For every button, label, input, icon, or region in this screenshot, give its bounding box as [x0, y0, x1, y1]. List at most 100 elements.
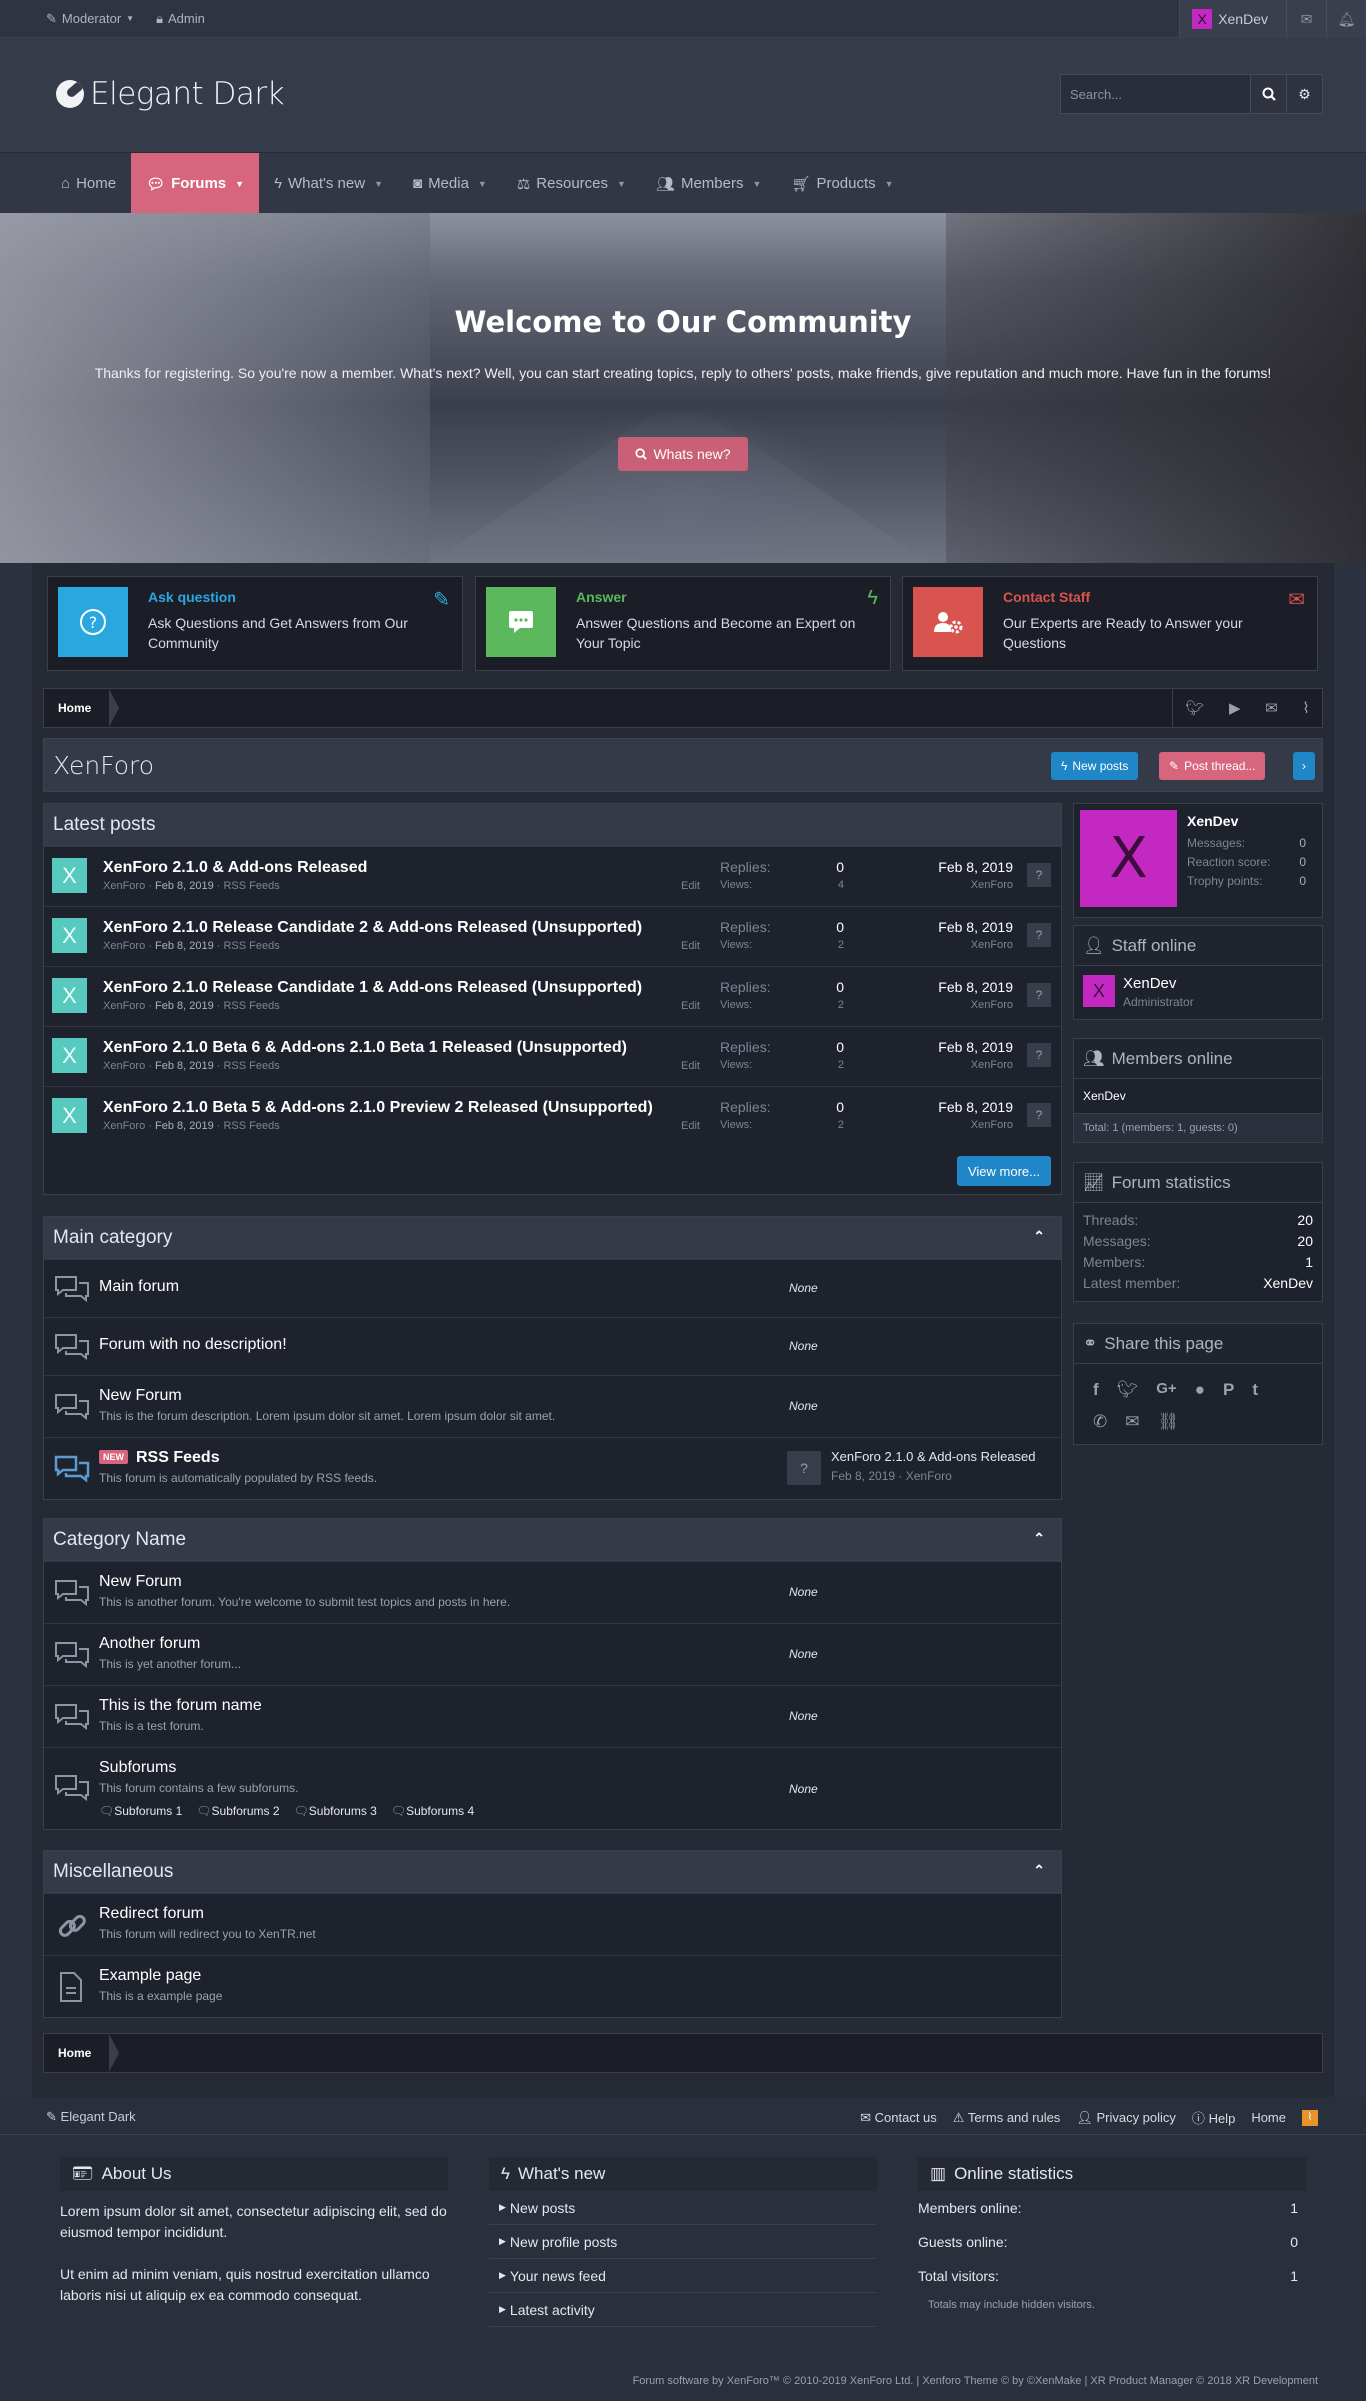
latest-post-row[interactable]: X XenForo 2.1.0 & Add-ons Released XenForo…	[44, 846, 1061, 906]
avatar[interactable]: X	[52, 1098, 87, 1133]
feature-contact-staff[interactable]: Contact Staff Our Experts are Ready to A…	[902, 576, 1318, 671]
avatar[interactable]: X	[52, 978, 87, 1013]
footer-style-chooser[interactable]: ✎ Elegant Dark	[46, 2109, 136, 2125]
avatar[interactable]: X	[1080, 810, 1177, 907]
last-post-author[interactable]: XenForo	[971, 1059, 1013, 1071]
last-post-author[interactable]: XenForo	[971, 1119, 1013, 1131]
thread-title[interactable]: XenForo 2.1.0 Beta 6 & Add-ons 2.1.0 Bet…	[103, 1039, 627, 1057]
avatar[interactable]: ?	[1027, 1043, 1051, 1067]
chevron-up-icon[interactable]: ⌃	[1033, 1228, 1045, 1245]
avatar[interactable]: ?	[1027, 923, 1051, 947]
footer-link-help[interactable]: ⓘ Help	[1192, 2108, 1235, 2127]
thread-author[interactable]: XenForo	[103, 1000, 145, 1012]
latest-post-row[interactable]: X XenForo 2.1.0 Beta 6 & Add-ons 2.1.0 Be…	[44, 1026, 1061, 1086]
forum-title[interactable]: Subforums	[99, 1759, 176, 1777]
moderator-menu[interactable]: ✎ Moderator ▼	[46, 11, 134, 27]
rss-icon[interactable]: ⌇	[1302, 699, 1309, 717]
forum-title[interactable]: Redirect forum	[99, 1905, 204, 1923]
search-settings-button[interactable]: ⚙	[1287, 74, 1323, 114]
nav-whats-new[interactable]: ϟ What's new ▼	[259, 153, 398, 214]
thread-author[interactable]: XenForo	[103, 880, 145, 892]
edit-link[interactable]: Edit	[681, 1000, 700, 1012]
search-input[interactable]: Search...	[1060, 74, 1251, 114]
subforum-link[interactable]: 🗨︎Subforums 2	[196, 1804, 279, 1818]
view-more-button[interactable]: View more...	[956, 1156, 1051, 1186]
chevron-up-icon[interactable]: ⌃	[1033, 1530, 1045, 1547]
nav-members[interactable]: 👥︎ Members ▼	[641, 153, 776, 214]
pinterest-icon[interactable]: P	[1223, 1380, 1234, 1400]
avatar[interactable]: X	[52, 858, 87, 893]
forum-row[interactable]: New Forum This is the forum description.…	[44, 1375, 1061, 1437]
forum-row[interactable]: Forum with no description! None	[44, 1317, 1061, 1375]
forum-row[interactable]: NEW RSS Feeds This forum is automatically…	[44, 1437, 1061, 1499]
nav-home[interactable]: ⌂ Home	[46, 153, 131, 214]
last-post-author[interactable]: XenForo	[971, 939, 1013, 951]
forum-row[interactable]: Main forum None	[44, 1259, 1061, 1317]
thread-author[interactable]: XenForo	[103, 1120, 145, 1132]
rss-icon[interactable]: ⌇	[1302, 2109, 1318, 2126]
twitter-icon[interactable]: 🐦︎	[1117, 1380, 1139, 1400]
thread-forum[interactable]: RSS Feeds	[223, 1000, 279, 1012]
user-menu[interactable]: X XenDev	[1179, 0, 1286, 38]
thread-title[interactable]: XenForo 2.1.0 Release Candidate 1 & Add-…	[103, 979, 642, 997]
nav-products[interactable]: 🛒︎ Products ▼	[776, 153, 908, 214]
thread-title[interactable]: XenForo 2.1.0 & Add-ons Released	[103, 859, 367, 877]
nav-media[interactable]: ◙ Media ▼	[398, 153, 502, 214]
category-header[interactable]: Main category ⌃	[44, 1217, 1061, 1259]
forum-row[interactable]: Another forum This is yet another forum.…	[44, 1623, 1061, 1685]
last-post-author[interactable]: XenForo	[971, 879, 1013, 891]
footer-whats-new-link[interactable]: ▶ New profile posts	[489, 2225, 877, 2259]
thread-author[interactable]: XenForo	[103, 1060, 145, 1072]
edit-link[interactable]: Edit	[681, 880, 700, 892]
avatar[interactable]: X	[1083, 975, 1115, 1007]
nav-forums[interactable]: 💬︎ Forums ▼	[131, 153, 260, 214]
breadcrumb-home[interactable]: Home	[44, 689, 120, 727]
footer-link-home[interactable]: Home	[1251, 2110, 1286, 2125]
last-post-date[interactable]: Feb 8, 2019	[938, 1039, 1013, 1055]
last-post-date[interactable]: Feb 8, 2019	[938, 859, 1013, 875]
subforum-link[interactable]: 🗨︎Subforums 4	[391, 1804, 474, 1818]
tumblr-icon[interactable]: t	[1252, 1380, 1258, 1400]
avatar[interactable]: ?	[1027, 983, 1051, 1007]
edit-link[interactable]: Edit	[681, 940, 700, 952]
thread-forum[interactable]: RSS Feeds	[223, 880, 279, 892]
whats-new-button[interactable]: Whats new?	[618, 437, 748, 471]
thread-forum[interactable]: RSS Feeds	[223, 940, 279, 952]
envelope-icon[interactable]: ✉	[1125, 1412, 1139, 1432]
forum-title[interactable]: Forum with no description!	[99, 1336, 287, 1354]
last-post-date[interactable]: Feb 8, 2019	[938, 979, 1013, 995]
thread-title[interactable]: XenForo 2.1.0 Beta 5 & Add-ons 2.1.0 Pre…	[103, 1099, 653, 1117]
latest-post-row[interactable]: X XenForo 2.1.0 Release Candidate 2 & Add…	[44, 906, 1061, 966]
latest-post-row[interactable]: X XenForo 2.1.0 Release Candidate 1 & Add…	[44, 966, 1061, 1026]
reddit-icon[interactable]: ●	[1195, 1380, 1205, 1400]
forum-title[interactable]: Main forum	[99, 1278, 179, 1296]
footer-whats-new-link[interactable]: ▶ Your news feed	[489, 2259, 877, 2293]
thread-forum[interactable]: RSS Feeds	[223, 1060, 279, 1072]
post-thread-button[interactable]: ✎ Post thread...	[1159, 752, 1266, 780]
staff-name[interactable]: XenDev	[1123, 975, 1176, 992]
feature-ask-question[interactable]: ? Ask question Ask Questions and Get Ans…	[47, 576, 463, 671]
forum-title[interactable]: This is the forum name	[99, 1697, 262, 1715]
thread-forum[interactable]: RSS Feeds	[223, 1120, 279, 1132]
avatar[interactable]: ?	[787, 1451, 821, 1485]
forum-row[interactable]: Subforums This forum contains a few subf…	[44, 1747, 1061, 1829]
edit-link[interactable]: Edit	[681, 1120, 700, 1132]
footer-whats-new-link[interactable]: ▶ New posts	[489, 2191, 877, 2225]
avatar[interactable]: ?	[1027, 1103, 1051, 1127]
forum-title[interactable]: New Forum	[99, 1573, 182, 1591]
google-plus-icon[interactable]: G+	[1156, 1380, 1176, 1400]
last-post-date[interactable]: Feb 8, 2019	[938, 1099, 1013, 1115]
site-logo[interactable]: Elegant Dark	[56, 76, 285, 112]
footer-link-terms[interactable]: ⚠ Terms and rules	[953, 2110, 1061, 2126]
inbox-button[interactable]: ✉	[1286, 0, 1326, 38]
envelope-icon[interactable]: ✉	[1265, 699, 1278, 717]
forum-row[interactable]: Redirect forum This forum will redirect …	[44, 1893, 1061, 1955]
whatsapp-icon[interactable]: ✆	[1093, 1412, 1107, 1432]
nav-resources[interactable]: ⚖ Resources ▼	[502, 153, 641, 214]
twitter-icon[interactable]: 🐦︎	[1185, 699, 1204, 717]
thread-author[interactable]: XenForo	[103, 940, 145, 952]
new-posts-button[interactable]: ϟ New posts	[1051, 752, 1139, 780]
youtube-icon[interactable]: ▶	[1229, 699, 1241, 717]
online-member[interactable]: XenDev	[1083, 1089, 1126, 1103]
feature-answer[interactable]: Answer Answer Questions and Become an Ex…	[475, 576, 891, 671]
